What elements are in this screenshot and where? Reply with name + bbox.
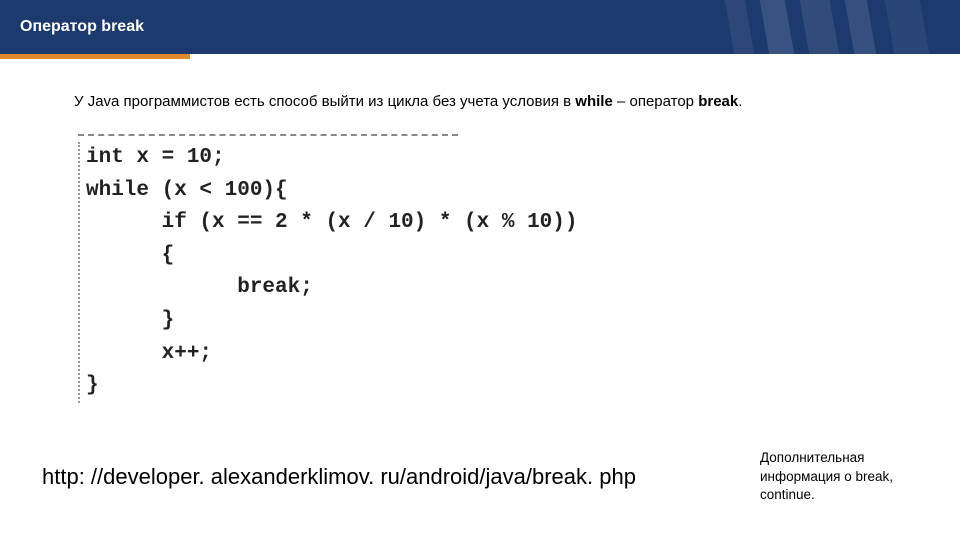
code-line-1: int x = 10; (86, 146, 225, 169)
intro-text-prefix: У Java программистов есть способ выйти и… (74, 93, 575, 110)
code-text: int x = 10; while (x < 100){ if (x == 2 … (78, 142, 900, 402)
code-block: int x = 10; while (x < 100){ if (x == 2 … (78, 134, 900, 402)
intro-text-mid: – оператор (613, 93, 698, 110)
intro-text-suffix: . (738, 93, 742, 110)
intro-bold-break: break (698, 93, 738, 110)
code-line-8: } (86, 374, 99, 397)
code-line-2: while (x < 100){ (86, 179, 288, 202)
code-line-6: } (86, 309, 174, 332)
reference-link: http: //developer. alexanderklimov. ru/a… (42, 464, 636, 490)
code-line-4: { (86, 244, 174, 267)
code-line-3: if (x == 2 * (x / 10) * (x % 10)) (86, 211, 577, 234)
intro-paragraph: У Java программистов есть способ выйти и… (74, 92, 900, 112)
code-top-divider (78, 134, 458, 136)
header-decoration (710, 0, 960, 54)
code-line-7: x++; (86, 342, 212, 365)
slide-footer: http: //developer. alexanderklimov. ru/a… (42, 449, 930, 504)
accent-bar (0, 54, 190, 59)
slide-content: У Java программистов есть способ выйти и… (0, 54, 960, 403)
slide-title: Оператор break (20, 18, 144, 36)
code-line-5: break; (86, 276, 313, 299)
intro-bold-while: while (575, 93, 613, 110)
slide-header: Оператор break (0, 0, 960, 54)
extra-info: Дополнительная информация о break, conti… (760, 449, 930, 504)
